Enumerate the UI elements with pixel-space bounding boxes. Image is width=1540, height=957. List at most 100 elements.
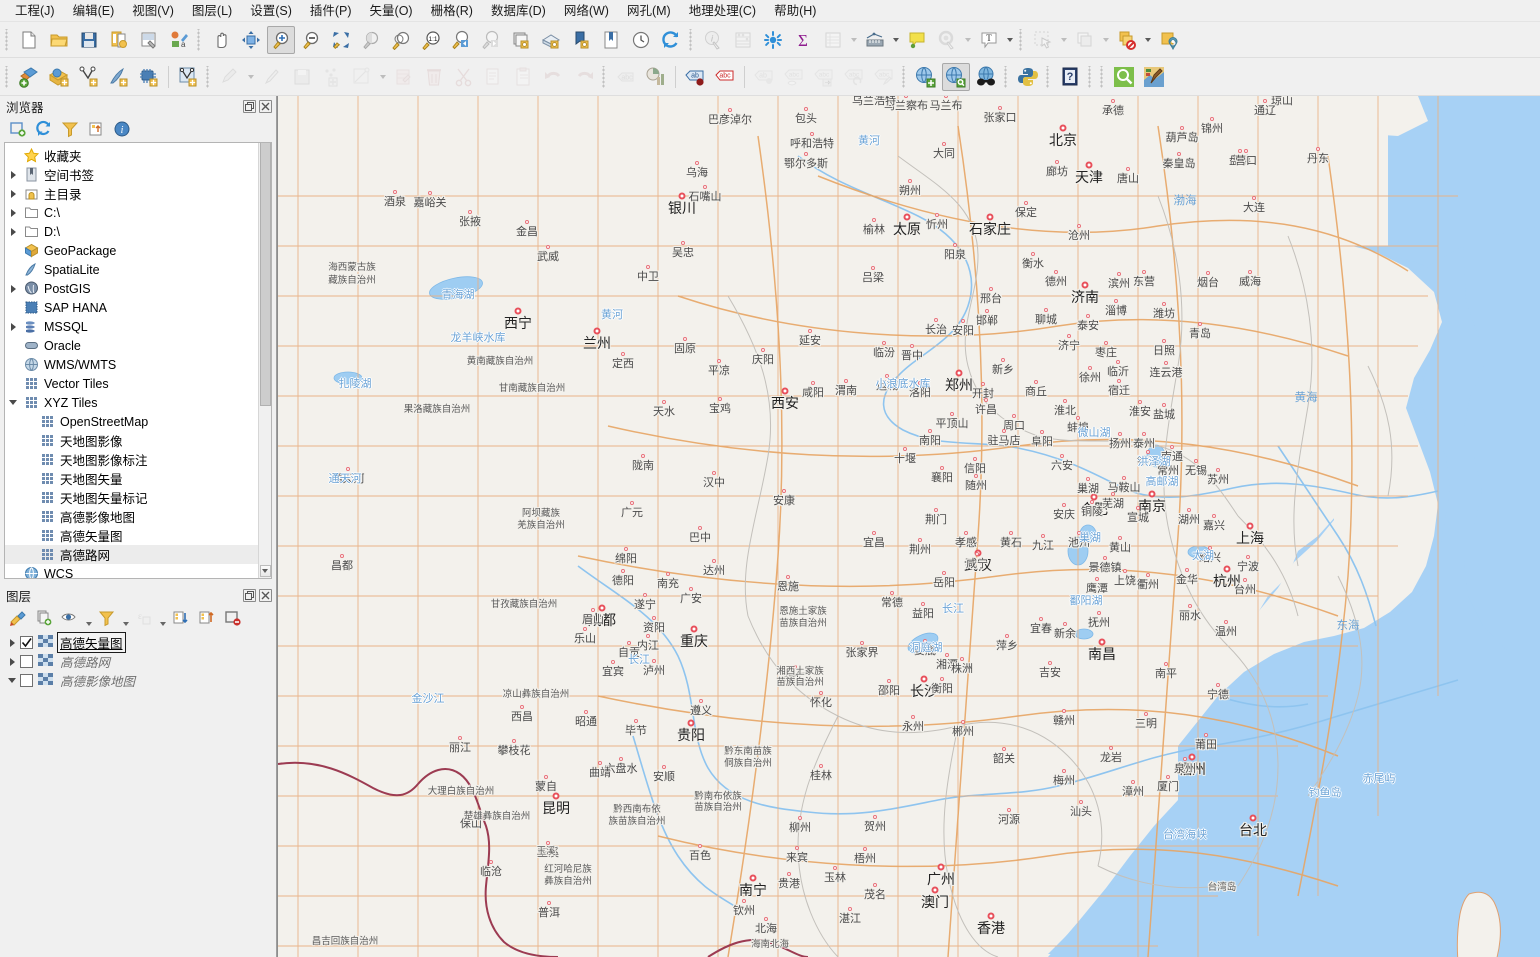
menu-item-0[interactable]: 工程(J)	[6, 1, 64, 21]
browser-tree-item-13[interactable]: XYZ Tiles	[5, 393, 258, 412]
refresh-icon[interactable]	[657, 26, 685, 54]
browser-tree-item-2[interactable]: 主目录	[5, 184, 258, 203]
expand-arrow-icon[interactable]	[5, 170, 21, 179]
toggle-editing-icon[interactable]	[216, 63, 244, 91]
annotation-dropdown-arrow[interactable]	[1004, 26, 1015, 54]
add-postgis-icon[interactable]	[135, 63, 163, 91]
open-project-icon[interactable]	[45, 26, 73, 54]
toolbar2-handle-4[interactable]	[901, 65, 909, 88]
deselect-dropdown-arrow[interactable]	[1100, 26, 1111, 54]
browser-tree-item-5[interactable]: GeoPackage	[5, 241, 258, 260]
expression-dropdown-arrow[interactable]	[158, 607, 167, 629]
browser-float-button[interactable]	[243, 99, 256, 113]
delete-selected-icon[interactable]	[420, 63, 448, 91]
undo-icon[interactable]	[540, 63, 568, 91]
expand-all-icon[interactable]	[169, 607, 193, 629]
add-layer-icon[interactable]	[6, 118, 30, 140]
python-console-icon[interactable]	[1014, 63, 1042, 91]
move-label-icon[interactable]: ab	[750, 63, 778, 91]
new-print-layout-icon[interactable]	[567, 26, 595, 54]
browser-tree-item-6[interactable]: SpatiaLite	[5, 260, 258, 279]
browser-tree-item-22[interactable]: WCS	[5, 564, 258, 578]
zoom-search-icon[interactable]	[1110, 63, 1138, 91]
add-vector-layer-icon[interactable]	[15, 63, 43, 91]
expand-arrow-icon[interactable]	[4, 638, 20, 647]
paste-features-icon[interactable]	[510, 63, 538, 91]
browser-tree-item-18[interactable]: 天地图矢量标记	[5, 488, 258, 507]
measure-dropdown-arrow[interactable]	[890, 26, 901, 54]
sum-icon[interactable]: Σ	[789, 26, 817, 54]
text-annotation-icon[interactable]: T	[975, 26, 1003, 54]
layout-manager-icon[interactable]	[597, 26, 625, 54]
metasearch-icon[interactable]	[942, 62, 970, 91]
measure-line-icon[interactable]	[861, 26, 889, 54]
toolbar-handle-2[interactable]	[196, 28, 204, 51]
filter-icon[interactable]	[58, 118, 82, 140]
zoom-last-icon[interactable]	[447, 26, 475, 54]
expand-arrow-icon[interactable]	[5, 208, 21, 217]
scroll-thumb[interactable]	[259, 143, 271, 406]
toolbar2-handle-5[interactable]	[1003, 65, 1011, 88]
menu-item-10[interactable]: 网孔(M)	[618, 1, 680, 21]
zoom-out-icon[interactable]	[297, 26, 325, 54]
attribute-table-dropdown-arrow[interactable]	[848, 26, 859, 54]
rotate-label-icon[interactable]: abc	[840, 63, 868, 91]
browser-tree-item-19[interactable]: 高德影像地图	[5, 507, 258, 526]
statistics-icon[interactable]	[759, 26, 787, 54]
menu-item-4[interactable]: 设置(S)	[241, 1, 301, 21]
menu-item-5[interactable]: 插件(P)	[301, 1, 361, 21]
collapse-arrow-icon[interactable]	[4, 678, 20, 683]
expand-arrow-icon[interactable]	[5, 322, 21, 331]
toolbar2-handle[interactable]	[4, 65, 12, 88]
action-dropdown-arrow[interactable]	[962, 26, 973, 54]
save-project-icon[interactable]	[75, 26, 103, 54]
zoom-next-icon[interactable]	[477, 26, 505, 54]
temporal-controller-icon[interactable]	[627, 26, 655, 54]
browser-tree-item-21[interactable]: 高德路网	[5, 545, 258, 564]
collapse-arrow-icon[interactable]	[5, 400, 21, 405]
calculator-icon[interactable]	[729, 26, 757, 54]
scroll-down-arrow[interactable]	[259, 565, 271, 577]
remove-layer-icon[interactable]	[221, 607, 245, 629]
toolbar2-handle-3[interactable]	[601, 65, 609, 88]
browser-tree-item-14[interactable]: OpenStreetMap	[5, 412, 258, 431]
layer-visibility-checkbox[interactable]	[20, 674, 33, 687]
zoom-native-icon[interactable]: 1:1	[417, 26, 445, 54]
vertex-dropdown-arrow[interactable]	[377, 63, 388, 91]
add-spatialite-icon[interactable]	[105, 63, 133, 91]
add-raster-layer-icon[interactable]	[45, 63, 73, 91]
pin-labels-icon[interactable]: ab	[681, 63, 709, 91]
browser-tree[interactable]: 收藏夹 空间书签 主目录 C:\ D:\ GeoPackage SpatiaLite Post…	[5, 143, 258, 578]
select-value-dropdown-arrow[interactable]	[1142, 26, 1153, 54]
toolbar2-handle-8[interactable]	[1099, 65, 1107, 88]
browser-tree-item-9[interactable]: MSSQL	[5, 317, 258, 336]
style-manager-icon[interactable]: a	[165, 26, 193, 54]
toolbar-handle[interactable]	[4, 28, 12, 51]
browser-scrollbar[interactable]	[258, 143, 271, 578]
add-mesh-layer-icon[interactable]	[174, 63, 202, 91]
layer-item-0[interactable]: 高德矢量图	[0, 632, 276, 653]
add-group-icon[interactable]	[32, 607, 56, 629]
layers-float-button[interactable]	[243, 588, 256, 602]
highlight-labels-icon[interactable]: abc	[711, 63, 739, 91]
filter-legend-icon[interactable]	[95, 607, 119, 629]
browser-tree-item-1[interactable]: 空间书签	[5, 165, 258, 184]
add-delimited-text-icon[interactable]	[75, 63, 103, 91]
project-properties-icon[interactable]	[135, 26, 163, 54]
browser-tree-item-11[interactable]: WMS/WMTS	[5, 355, 258, 374]
filter-legend-expression-icon[interactable]: ε	[132, 607, 156, 629]
browser-tree-item-17[interactable]: 天地图矢量	[5, 469, 258, 488]
menu-item-9[interactable]: 网络(W)	[555, 1, 618, 21]
menu-item-6[interactable]: 矢量(O)	[361, 1, 422, 21]
add-wms-layer-icon[interactable]	[912, 63, 940, 91]
visibility-dropdown-arrow[interactable]	[84, 607, 93, 629]
select-value-icon[interactable]	[1113, 26, 1141, 54]
browser-tree-item-15[interactable]: 天地图影像	[5, 431, 258, 450]
layer-list[interactable]: 高德矢量图 高德路网 高德影像地图	[0, 631, 276, 957]
browser-tree-item-4[interactable]: D:\	[5, 222, 258, 241]
globe-icon[interactable]	[972, 63, 1000, 91]
menu-item-2[interactable]: 视图(V)	[123, 1, 183, 21]
menu-item-1[interactable]: 编辑(E)	[64, 1, 124, 21]
manage-visibility-icon[interactable]	[58, 607, 82, 629]
expand-arrow-icon[interactable]	[5, 189, 21, 198]
